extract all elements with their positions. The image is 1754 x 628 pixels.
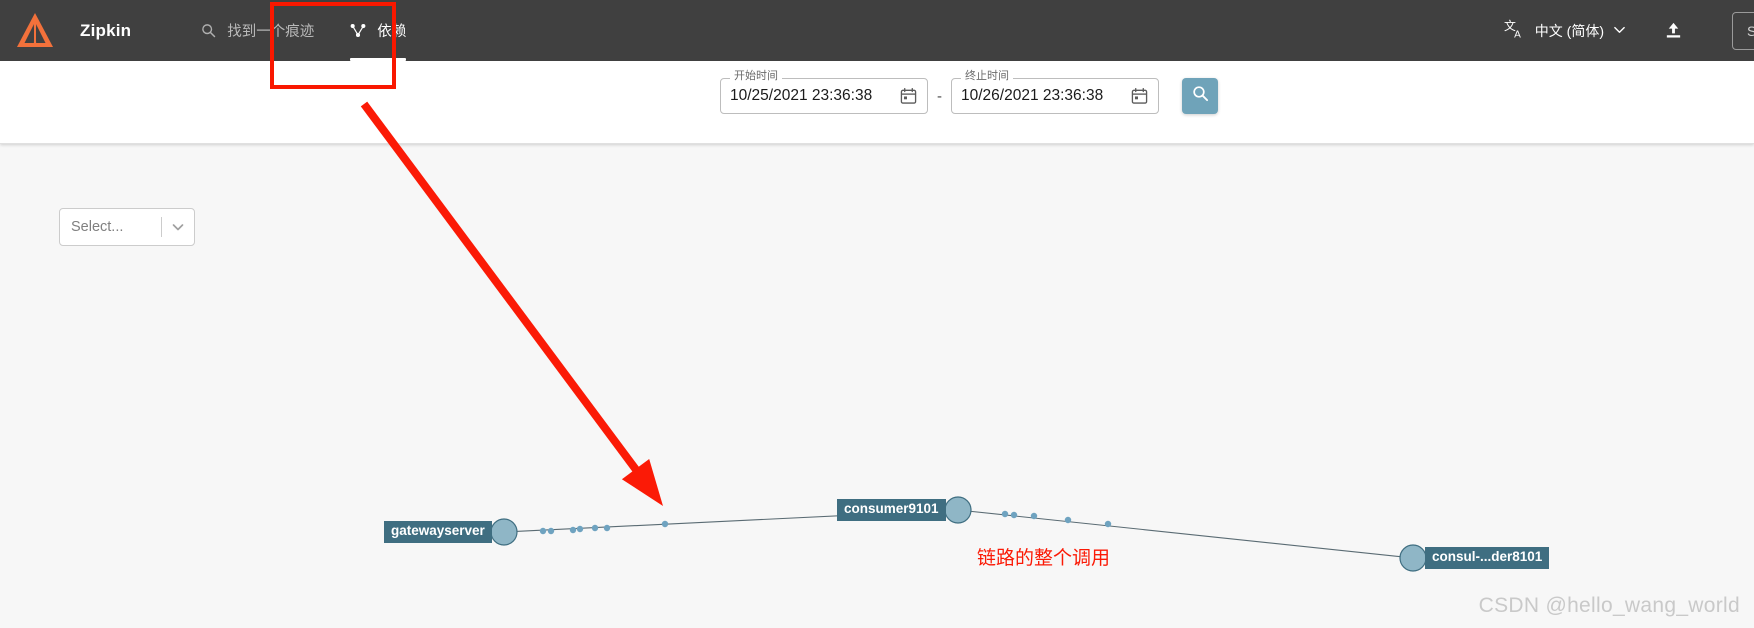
- traffic-particle: [569, 526, 577, 534]
- search-icon: [1192, 85, 1209, 107]
- node-label-consul-der8101[interactable]: consul-...der8101: [1425, 547, 1550, 569]
- lookback-toolbar: 开始时间 10/25/2021 23:36:38 - 终止时间 10/26/20…: [0, 61, 1754, 144]
- service-select-placeholder: Select...: [71, 219, 124, 235]
- zipkin-logo-glyph: [17, 12, 53, 47]
- traffic-particle: [591, 524, 599, 532]
- nav-tab-dependencies-label: 依赖: [377, 24, 407, 40]
- graph-node-consumer9101[interactable]: [944, 496, 972, 524]
- start-time-value: 10/25/2021 23:36:38: [730, 87, 873, 104]
- traffic-particle: [1001, 510, 1009, 518]
- time-range-separator: -: [937, 87, 942, 105]
- language-selector[interactable]: 文 A 中文 (简体): [1504, 18, 1626, 43]
- nav-tabs: 找到一个痕迹 依赖: [183, 0, 424, 61]
- service-select[interactable]: Select...: [59, 208, 195, 246]
- upload-icon[interactable]: [1656, 14, 1690, 48]
- calendar-icon[interactable]: [1131, 87, 1148, 105]
- language-label: 中文 (简体): [1534, 22, 1604, 39]
- search-button[interactable]: [1182, 78, 1218, 114]
- navbar: Zipkin 找到一个痕迹 依赖 文 A 中文 (简体): [0, 0, 1754, 61]
- nav-tab-find-trace[interactable]: 找到一个痕迹: [183, 0, 332, 61]
- graph-node-consul-der8101[interactable]: [1399, 544, 1427, 572]
- traffic-particle: [1030, 512, 1038, 520]
- end-time-field[interactable]: 终止时间 10/26/2021 23:36:38: [951, 71, 1159, 114]
- traffic-particle: [1010, 511, 1018, 519]
- zipkin-dependencies-page: Zipkin 找到一个痕迹 依赖 文 A 中文 (简体) 开始时间 10/25/…: [0, 0, 1754, 628]
- chevron-down-icon: [1613, 23, 1626, 39]
- end-time-value: 10/26/2021 23:36:38: [961, 87, 1104, 104]
- graph-node-gatewayserver[interactable]: [490, 518, 518, 546]
- node-label-gatewayserver[interactable]: gatewayserver: [384, 521, 492, 543]
- dependency-tree-icon: [350, 23, 366, 38]
- nav-tab-dependencies[interactable]: 依赖: [332, 0, 424, 61]
- nav-tab-find-trace-label: 找到一个痕迹: [227, 24, 315, 40]
- dependency-graph-canvas[interactable]: Select... gatewayserver consumer9101 con…: [0, 144, 1754, 628]
- zipkin-logo-icon[interactable]: [4, 0, 66, 61]
- traffic-particle: [1064, 516, 1072, 524]
- chevron-down-icon[interactable]: [162, 219, 194, 235]
- start-time-label: 开始时间: [730, 71, 782, 82]
- calendar-icon[interactable]: [900, 87, 917, 105]
- svg-text:A: A: [1514, 29, 1521, 40]
- traffic-particle: [576, 525, 584, 533]
- annotation-note: 链路的整个调用: [977, 547, 1111, 569]
- traffic-particle: [661, 520, 669, 528]
- start-time-field[interactable]: 开始时间 10/25/2021 23:36:38: [720, 71, 928, 114]
- end-time-label: 终止时间: [961, 71, 1013, 82]
- search-icon: [201, 23, 216, 38]
- active-tab-indicator: [350, 58, 407, 61]
- brand-title: Zipkin: [80, 20, 132, 40]
- traffic-particle: [539, 527, 547, 535]
- traffic-particle: [1104, 520, 1112, 528]
- traffic-particle: [603, 524, 611, 532]
- time-range-controls: 开始时间 10/25/2021 23:36:38 - 终止时间 10/26/20…: [720, 71, 1218, 114]
- navbar-right-group: 文 A 中文 (简体) Se: [1504, 0, 1754, 61]
- traffic-particle: [547, 527, 555, 535]
- translate-icon: 文 A: [1504, 18, 1526, 43]
- node-label-consumer9101[interactable]: consumer9101: [837, 499, 946, 521]
- watermark: CSDN @hello_wang_world: [1478, 594, 1740, 617]
- search-action-button[interactable]: Se: [1732, 11, 1754, 50]
